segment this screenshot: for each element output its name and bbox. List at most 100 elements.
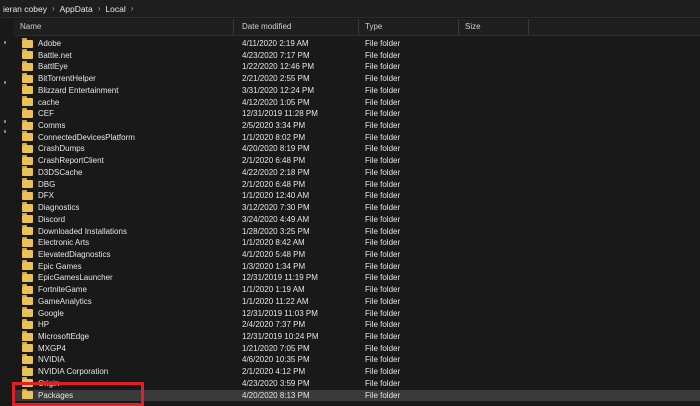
breadcrumb-item-local[interactable]: Local [102,4,128,14]
folder-icon [22,365,33,376]
file-name: MXGP4 [38,343,67,353]
file-row[interactable]: Diagnostics 3/12/2020 7:30 PM File folder [14,201,700,214]
breadcrumb-item-appdata[interactable]: AppData [57,4,96,14]
file-row[interactable]: FortniteGame 1/1/2020 1:19 AM File folder [14,283,700,296]
file-date-modified: 12/31/2019 10:24 PM [242,332,319,341]
folder-icon [22,248,33,259]
file-row[interactable]: CEF 12/31/2019 11:28 PM File folder [14,107,700,120]
file-row[interactable]: Epic Games 1/3/2020 1:34 PM File folder [14,260,700,273]
file-type: File folder [365,249,401,259]
file-row[interactable]: CrashDumps 4/20/2020 8:19 PM File folder [14,142,700,155]
file-date-modified: 12/31/2019 11:28 PM [242,109,318,119]
file-row[interactable]: Comms 2/5/2020 3:34 PM File folder [14,119,700,132]
file-name: HP [38,320,50,330]
chevron-right-icon[interactable]: › [50,4,57,13]
file-date-modified: 4/1/2020 5:48 PM [242,249,306,259]
folder-icon [22,131,33,142]
folder-icon [22,72,33,83]
file-date-modified: 4/12/2020 1:05 PM [242,97,310,107]
file-date-modified: 4/22/2020 2:18 PM [242,167,310,177]
file-row[interactable]: DFX 1/1/2020 12:40 AM File folder [14,189,700,202]
file-date-modified: 3/31/2020 12:24 PM [242,85,315,95]
navigation-pane[interactable] [0,19,14,400]
file-name: BitTorrentHelper [38,74,96,84]
file-type: File folder [365,355,401,365]
file-type: File folder [365,109,401,119]
file-row[interactable]: BitTorrentHelper 2/21/2020 2:55 PM File fo… [14,72,700,85]
file-row[interactable]: ConnectedDevicesPlatform 1/1/2020 8:02 PM… [14,131,700,144]
file-row[interactable]: Adobe 4/11/2020 2:19 AM File folder [14,37,700,50]
file-name: Battle.net [38,50,72,60]
file-type: File folder [365,261,401,271]
file-type: File folder [365,179,401,189]
file-row[interactable]: cache 4/12/2020 1:05 PM File folder [14,96,700,109]
file-name: DFX [38,191,54,201]
folder-icon [22,166,33,177]
file-row[interactable]: GameAnalytics 1/1/2020 11:22 AM File folde… [14,295,700,308]
nav-pane-marker [4,41,6,44]
file-name: NVIDIA [38,355,65,365]
nav-pane-marker [4,81,6,84]
file-row[interactable]: DBG 2/1/2020 6:48 PM File folder [14,178,700,191]
column-header-size[interactable]: Size [459,19,529,35]
column-header-type[interactable]: Type [359,19,459,35]
folder-icon [22,96,33,107]
file-row[interactable]: NVIDIA Corporation 2/1/2020 4:12 PM File f… [14,365,700,378]
file-row[interactable]: MXGP4 1/21/2020 7:05 PM File folder [14,342,700,355]
folder-icon [22,201,33,212]
folder-icon [22,307,33,318]
file-row[interactable]: MicrosoftEdge 12/31/2019 10:24 PM File fol… [14,330,700,343]
folder-icon [22,142,33,153]
chevron-right-icon[interactable]: › [96,4,103,13]
folder-icon [22,107,33,118]
file-type: File folder [365,203,401,213]
file-type: File folder [365,367,401,377]
file-row[interactable]: NVIDIA 4/6/2020 10:35 PM File folder [14,353,700,366]
file-row[interactable]: D3DSCache 4/22/2020 2:18 PM File folder [14,166,700,179]
file-date-modified: 1/1/2020 1:19 AM [242,285,305,295]
file-row[interactable]: Blizzard Entertainment 3/31/2020 12:24 PM… [14,84,700,97]
file-date-modified: 1/1/2020 8:02 PM [242,132,306,142]
file-type: File folder [365,97,401,107]
folder-icon [22,260,33,271]
file-row[interactable]: Discord 3/24/2020 4:49 AM File folder [14,213,700,226]
file-name: GameAnalytics [38,296,92,306]
file-name: MicrosoftEdge [38,332,90,341]
file-date-modified: 1/22/2020 12:46 PM [242,62,315,72]
file-row[interactable]: CrashReportClient 2/1/2020 6:48 PM File fo… [14,154,700,167]
chevron-right-icon[interactable]: › [129,4,136,13]
column-header-date[interactable]: Date modified [236,19,359,35]
file-name: BattlEye [38,62,68,72]
file-row[interactable]: Origin 4/23/2020 3:59 PM File folder [14,377,700,390]
breadcrumb-item-user[interactable]: ieran cobey [0,4,50,14]
file-row[interactable]: Google 12/31/2019 11:03 PM File folder [14,307,700,320]
file-date-modified: 4/23/2020 3:59 PM [242,378,310,388]
nav-pane-marker [4,120,6,123]
column-header-name[interactable]: Name [14,19,234,35]
folder-icon [22,213,33,224]
file-type: File folder [365,144,401,154]
file-row[interactable]: Battle.net 4/23/2020 7:17 PM File folder [14,49,700,62]
file-date-modified: 4/20/2020 8:19 PM [242,144,310,154]
file-row[interactable]: EpicGamesLauncher 12/31/2019 11:19 PM File… [14,271,700,284]
file-name: cache [38,97,60,107]
file-date-modified: 4/11/2020 2:19 AM [242,39,309,48]
folder-icon [22,119,33,130]
file-row[interactable]: Downloaded Installations 1/28/2020 3:25 P… [14,225,700,238]
file-row[interactable]: Electronic Arts 1/1/2020 8:42 AM File fold… [14,236,700,249]
file-name: CEF [38,109,54,119]
folder-icon [22,389,33,400]
file-type: File folder [365,191,401,201]
file-type: File folder [365,332,401,341]
file-row[interactable]: HP 2/4/2020 7:37 PM File folder [14,318,700,331]
file-row[interactable]: ElevatedDiagnostics 4/1/2020 5:48 PM File … [14,248,700,261]
file-date-modified: 1/1/2020 11:22 AM [242,296,309,306]
file-name: Adobe [38,39,62,48]
file-date-modified: 1/1/2020 12:40 AM [242,191,310,201]
file-row[interactable]: BattlEye 1/22/2020 12:46 PM File folder [14,60,700,73]
file-type: File folder [365,226,401,236]
file-name: Downloaded Installations [38,226,127,236]
file-date-modified: 12/31/2019 11:19 PM [242,273,318,283]
file-date-modified: 4/6/2020 10:35 PM [242,355,310,365]
file-name: CrashDumps [38,144,85,154]
